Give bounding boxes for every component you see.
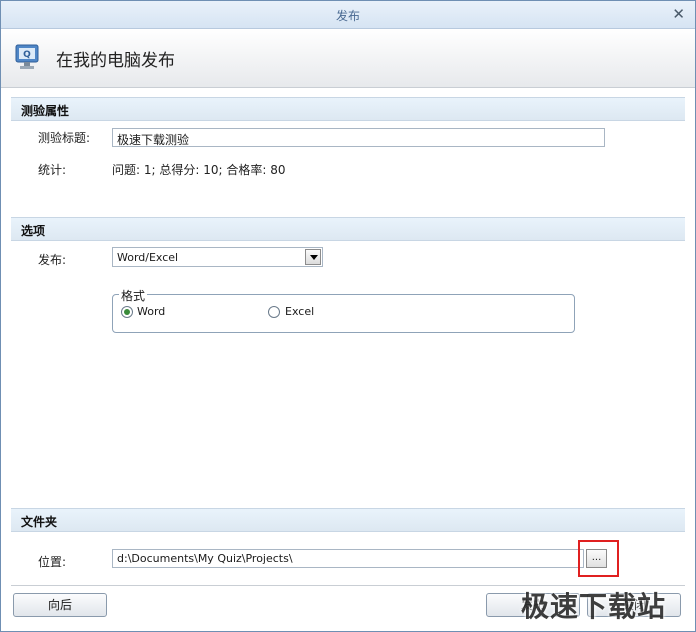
word-radio-label[interactable]: Word (137, 305, 165, 318)
publish-dialog: 发布 ✕ Q 在我的电脑发布 测验属性 测验标题: 极速下载测验 统计: 问题:… (0, 0, 696, 632)
stats-label: 统计: (38, 163, 67, 177)
back-button[interactable]: 向后 (13, 593, 107, 617)
quiz-publish-computer-icon: Q (15, 44, 39, 69)
word-radio[interactable] (121, 306, 133, 318)
excel-radio-label[interactable]: Excel (285, 305, 314, 318)
format-group: 格式 Word Excel (112, 287, 575, 333)
chevron-down-icon[interactable] (305, 249, 321, 265)
excel-radio[interactable] (268, 306, 280, 318)
watermark-text: 极速下载站 (521, 590, 667, 623)
publish-type-label: 发布: (38, 253, 67, 267)
highlight-box (578, 540, 619, 577)
stats-value: 问题: 1; 总得分: 10; 合格率: 80 (112, 163, 286, 177)
quiz-title-input[interactable]: 极速下载测验 (112, 128, 605, 147)
format-legend: 格式 (119, 287, 148, 304)
svg-text:Q: Q (23, 50, 31, 60)
section-title: 测验属性 (21, 104, 70, 118)
title-bar: 发布 ✕ (1, 1, 695, 29)
section-title: 文件夹 (21, 515, 58, 529)
section-options: 选项 (11, 217, 685, 241)
publish-type-value: Word/Excel (117, 251, 179, 264)
page-title: 在我的电脑发布 (56, 51, 175, 71)
section-title: 选项 (21, 224, 46, 238)
section-quiz-properties: 测验属性 (11, 97, 685, 121)
section-folder: 文件夹 (11, 508, 685, 532)
quiz-title-label: 测验标题: (38, 131, 91, 145)
close-icon[interactable]: ✕ (672, 5, 685, 23)
location-label: 位置: (38, 555, 67, 569)
window-title: 发布 (335, 9, 360, 23)
publish-type-select[interactable]: Word/Excel (112, 247, 323, 267)
page-header: Q 在我的电脑发布 (1, 29, 695, 88)
location-input[interactable]: d:\Documents\My Quiz\Projects\ (112, 549, 584, 568)
